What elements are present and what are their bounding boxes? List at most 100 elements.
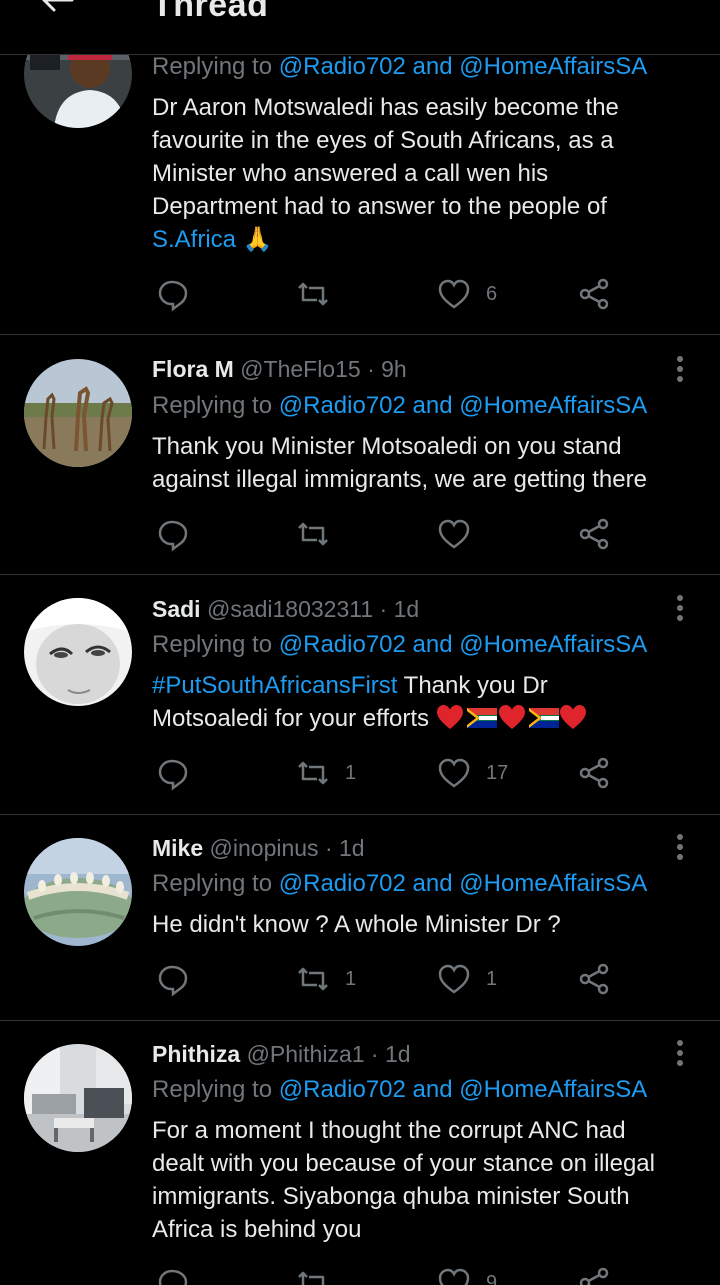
reply-icon [158, 280, 188, 312]
mention-link[interactable]: @Radio702 [279, 631, 406, 658]
tweet-text: Thank you Minister Motsoaledi on you sta… [152, 430, 700, 496]
retweet-count: 1 [345, 967, 357, 990]
author-name[interactable]: Flora M [152, 356, 234, 382]
reply-button[interactable] [154, 1263, 204, 1285]
retweet-button[interactable] [295, 1263, 345, 1285]
mention-link[interactable]: @Radio702 [279, 1076, 406, 1103]
replying-to: Replying to @Radio702 and @HomeAffairsSA [152, 53, 647, 81]
mention-conjunction: and [412, 1076, 453, 1103]
author-handle[interactable]: @Phithiza1 [247, 1041, 365, 1067]
more-vertical-icon[interactable] [664, 1037, 696, 1069]
share-icon [579, 1267, 609, 1285]
share-button[interactable] [576, 514, 612, 554]
more-vertical-icon[interactable] [664, 831, 696, 863]
reply-button[interactable] [154, 514, 204, 554]
like-button[interactable]: 9 [436, 1263, 497, 1285]
action-bar: 6 [152, 274, 632, 314]
avatar[interactable] [24, 359, 132, 467]
avatar-image [24, 838, 132, 946]
separator-dot: · [379, 596, 388, 622]
tweet[interactable]: Sadi @sadi18032311 · 1d Replying to @Rad… [0, 575, 720, 815]
like-count: 17 [486, 761, 509, 784]
share-icon [579, 278, 609, 310]
timestamp[interactable]: 9h [381, 356, 407, 382]
reply-button[interactable] [154, 274, 204, 314]
mention-link[interactable]: @HomeAffairsSA [459, 870, 647, 897]
author-handle[interactable]: @inopinus [210, 835, 319, 861]
mention-link[interactable]: @HomeAffairsSA [459, 53, 647, 80]
arrow-left-icon[interactable] [38, 0, 74, 18]
tweet[interactable]: Flora M @TheFlo15 · 9h Replying to @Radi… [0, 335, 720, 575]
replying-to-prefix: Replying to [152, 870, 273, 897]
mention-link[interactable]: @Radio702 [279, 870, 406, 897]
red-heart-emoji [498, 705, 525, 729]
red-heart-emoji [559, 705, 586, 729]
mention-link[interactable]: @Radio702 [279, 392, 406, 419]
like-button[interactable]: 1 [436, 959, 497, 999]
tweet-text-fragment: Motsoaledi for your efforts [152, 705, 436, 732]
author-name[interactable]: Sadi [152, 596, 201, 622]
emoji-sequence [436, 705, 586, 729]
heart-icon [438, 964, 470, 994]
reply-icon [158, 759, 188, 791]
top-app-bar: Thread [0, 0, 720, 55]
like-count: 9 [486, 1271, 498, 1285]
more-vertical-icon[interactable] [664, 353, 696, 385]
replying-to-prefix: Replying to [152, 1076, 273, 1103]
like-button[interactable] [436, 514, 486, 554]
timestamp[interactable]: 1d [394, 596, 420, 622]
tweet[interactable]: Phithiza @Phithiza1 · 1d Replying to @Ra… [0, 1021, 720, 1285]
like-button[interactable]: 6 [436, 274, 497, 314]
timestamp[interactable]: 1d [339, 835, 365, 861]
author-handle[interactable]: @TheFlo15 [240, 356, 361, 382]
action-bar: 9 [152, 1263, 632, 1285]
retweet-icon [298, 967, 328, 991]
south-africa-flag-emoji [528, 708, 559, 728]
mention-link[interactable]: @HomeAffairsSA [459, 392, 647, 419]
mention-conjunction: and [412, 631, 453, 658]
tweet-header: Sadi @sadi18032311 · 1d [152, 596, 419, 623]
mention-link[interactable]: @Radio702 [279, 53, 406, 80]
replying-to: Replying to @Radio702 and @HomeAffairsSA [152, 870, 647, 898]
retweet-button[interactable]: 1 [295, 753, 356, 793]
retweet-button[interactable] [295, 514, 345, 554]
tweet-text-line: against illegal immigrants, we are getti… [152, 466, 647, 493]
hashtag-link[interactable]: S.Africa [152, 226, 236, 253]
retweet-icon [298, 1271, 325, 1285]
action-bar [152, 514, 632, 554]
tweet-header: Flora M @TheFlo15 · 9h [152, 356, 407, 383]
share-button[interactable] [576, 274, 612, 314]
avatar[interactable] [24, 838, 132, 946]
tweet[interactable]: Mike @inopinus · 1d Replying to @Radio70… [0, 815, 720, 1021]
share-button[interactable] [576, 753, 612, 793]
timestamp[interactable]: 1d [385, 1041, 411, 1067]
share-button[interactable] [576, 1263, 612, 1285]
tweet-text-line: For a moment I thought the corrupt ANC h… [152, 1117, 626, 1144]
replying-to: Replying to @Radio702 and @HomeAffairsSA [152, 631, 647, 659]
more-vertical-icon[interactable] [664, 592, 696, 624]
tweet-text-line: #PutSouthAfricansFirst Thank you Dr [152, 669, 700, 702]
author-name[interactable]: Phithiza [152, 1041, 240, 1067]
replying-to-prefix: Replying to [152, 53, 273, 80]
tweet-text-line: Motsoaledi for your efforts [152, 702, 700, 735]
reply-button[interactable] [154, 959, 204, 999]
avatar[interactable] [24, 598, 132, 706]
retweet-button[interactable] [295, 274, 345, 314]
mention-link[interactable]: @HomeAffairsSA [459, 1076, 647, 1103]
mention-link[interactable]: @HomeAffairsSA [459, 631, 647, 658]
author-handle[interactable]: @sadi18032311 [207, 596, 373, 622]
replying-to: Replying to @Radio702 and @HomeAffairsSA [152, 392, 647, 420]
share-button[interactable] [576, 959, 612, 999]
share-icon [579, 963, 609, 995]
avatar[interactable] [24, 1044, 132, 1152]
share-icon [579, 518, 609, 550]
like-button[interactable]: 17 [436, 753, 508, 793]
author-name[interactable]: Mike [152, 835, 203, 861]
retweet-button[interactable]: 1 [295, 959, 356, 999]
retweet-icon [298, 522, 328, 546]
reply-button[interactable] [154, 753, 204, 793]
mention-conjunction: and [412, 392, 453, 419]
tweet-text-line: He didn't know ? A whole Minister Dr ? [152, 911, 561, 938]
hashtag-link[interactable]: #PutSouthAfricansFirst [152, 672, 397, 699]
mention-conjunction: and [412, 53, 453, 80]
